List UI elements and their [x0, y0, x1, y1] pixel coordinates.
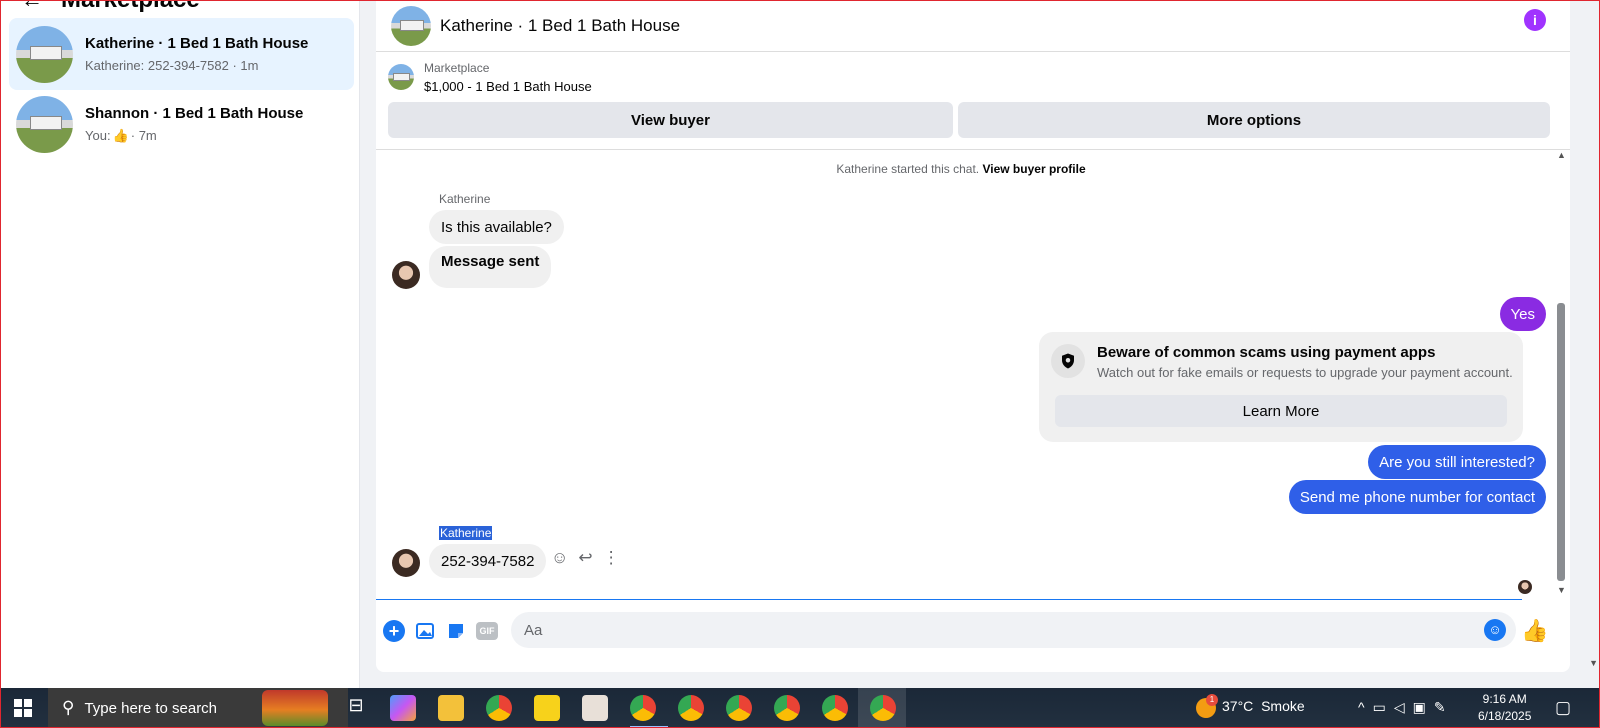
react-icon[interactable]: ☺: [551, 548, 568, 568]
chrome-icon[interactable]: [486, 695, 512, 721]
search-highlight-image: [262, 690, 328, 726]
listing-thumbnail[interactable]: [388, 64, 414, 90]
page-scroll-down-icon[interactable]: ▼: [1589, 658, 1598, 668]
conversation-preview: You: 👍 · 7m: [85, 128, 303, 144]
chevron-up-icon[interactable]: ^: [1358, 699, 1373, 715]
conversation-item-katherine[interactable]: Katherine · 1 Bed 1 Bath House Katherine…: [9, 18, 354, 90]
reply-icon[interactable]: ↩: [578, 548, 592, 568]
listing-category: Marketplace: [424, 61, 490, 75]
chat-title[interactable]: Katherine · 1 Bed 1 Bath House: [440, 16, 680, 36]
conversation-name: Katherine · 1 Bed 1 Bath House: [85, 35, 309, 52]
listing-banner: Marketplace $1,000 - 1 Bed 1 Bath House …: [376, 52, 1570, 150]
more-options-button[interactable]: More options: [958, 102, 1550, 138]
scroll-up-icon[interactable]: ▲: [1557, 150, 1566, 160]
copilot-icon[interactable]: [390, 695, 416, 721]
info-icon[interactable]: i: [1524, 9, 1546, 31]
sender-name: Katherine: [439, 192, 491, 206]
conversation-preview: Katherine: 252-394-7582 · 1m: [85, 58, 259, 73]
preview-prefix: You:: [85, 128, 111, 143]
system-message: Katherine started this chat. View buyer …: [376, 162, 1546, 176]
sidebar-header: ← Marketplace: [21, 0, 200, 14]
listing-thumbnail: [16, 25, 73, 83]
avatar[interactable]: [392, 549, 420, 577]
listing-thumbnail[interactable]: [391, 5, 431, 46]
photo-icon[interactable]: [414, 620, 436, 642]
plus-icon[interactable]: +: [383, 620, 405, 642]
avatar[interactable]: [392, 261, 420, 289]
weather-badge: 1: [1206, 694, 1218, 706]
search-icon: ⚲: [62, 698, 75, 717]
chrome-profile-icon[interactable]: [630, 695, 656, 721]
incoming-message[interactable]: Message sent: [429, 246, 552, 288]
gif-icon[interactable]: GIF: [476, 622, 498, 640]
conversation-name: Shannon · 1 Bed 1 Bath House: [85, 104, 304, 122]
scam-warning-title: Beware of common scams using payment app…: [1097, 344, 1436, 361]
sidebar-title: Marketplace: [61, 0, 200, 14]
scroll-thumb[interactable]: [1557, 303, 1565, 581]
message-input-wrapper: ☺: [511, 612, 1516, 648]
conversation-sidebar: ← Marketplace Katherine · 1 Bed 1 Bath H…: [1, 0, 360, 688]
listing-thumbnail: [16, 95, 73, 153]
shield-icon: [1051, 344, 1085, 378]
outgoing-message[interactable]: Send me phone number for contact: [1288, 480, 1546, 514]
system-tray[interactable]: ^▭◁▣✎: [1358, 699, 1454, 716]
preview-suffix: · 7m: [130, 128, 157, 143]
chrome-profile-icon[interactable]: [726, 695, 752, 721]
incoming-message[interactable]: Is this available?: [429, 210, 564, 244]
clock-date: 6/18/2025: [1478, 709, 1532, 723]
thumbs-up-icon[interactable]: 👍: [1521, 618, 1548, 644]
sender-name: Katherine: [439, 526, 493, 540]
more-vertical-icon[interactable]: ⋮: [603, 548, 620, 568]
weather-widget[interactable]: 37°C Smoke: [1222, 698, 1305, 714]
weather-temp: 37°C: [1222, 698, 1254, 714]
system-text: Katherine started this chat.: [836, 162, 980, 176]
listing-price-title[interactable]: $1,000 - 1 Bed 1 Bath House: [424, 79, 592, 94]
chat-panel: Katherine · 1 Bed 1 Bath House i Marketp…: [376, 0, 1570, 672]
file-explorer-icon[interactable]: [438, 695, 464, 721]
view-buyer-profile-link[interactable]: View buyer profile: [982, 162, 1085, 176]
outgoing-message[interactable]: Are you still interested?: [1368, 445, 1546, 479]
network-icon[interactable]: ▣: [1413, 699, 1434, 715]
conversation-item-shannon[interactable]: Shannon · 1 Bed 1 Bath House You: 👍 · 7m: [9, 88, 354, 160]
scam-warning-card: Beware of common scams using payment app…: [1039, 332, 1523, 442]
sticky-notes-icon[interactable]: [534, 695, 560, 721]
notification-icon[interactable]: ▢: [1555, 698, 1571, 718]
view-buyer-button[interactable]: View buyer: [388, 102, 953, 138]
clock[interactable]: 9:16 AM 6/18/2025: [1478, 691, 1531, 725]
paint-icon[interactable]: [582, 695, 608, 721]
clock-time: 9:16 AM: [1482, 692, 1527, 706]
divider: [376, 599, 1522, 600]
chat-header: Katherine · 1 Bed 1 Bath House i: [376, 0, 1570, 52]
taskbar-search[interactable]: ⚲ Type here to search: [48, 688, 348, 728]
chrome-profile-icon[interactable]: [774, 695, 800, 721]
message-list: Katherine started this chat. View buyer …: [376, 150, 1570, 610]
message-input[interactable]: [511, 612, 1516, 648]
scrollbar[interactable]: ▲ ▼: [1556, 150, 1566, 595]
chrome-profile-icon[interactable]: [822, 695, 848, 721]
task-view-icon[interactable]: ⊟: [343, 695, 369, 721]
chrome-profile-icon[interactable]: [678, 695, 704, 721]
windows-start-icon[interactable]: [14, 699, 32, 717]
message-actions: ☺ ↩ ⋮: [551, 548, 620, 568]
thumbs-up-icon: 👍: [112, 127, 129, 143]
windows-taskbar: ⚲ Type here to search ⊟ 1 37°C Smoke ^▭◁…: [0, 688, 1600, 728]
weather-text: Smoke: [1261, 698, 1305, 714]
pen-icon[interactable]: ✎: [1434, 699, 1454, 715]
scroll-down-icon[interactable]: ▼: [1557, 585, 1566, 595]
scam-warning-description: Watch out for fake emails or requests to…: [1097, 365, 1513, 380]
learn-more-button[interactable]: Learn More: [1055, 395, 1507, 427]
seen-avatar: [1518, 580, 1532, 594]
arrow-left-icon[interactable]: ←: [21, 0, 43, 13]
emoji-icon[interactable]: ☺: [1484, 619, 1506, 641]
message-composer: + GIF ☺ 👍: [376, 610, 1570, 660]
volume-icon[interactable]: ◁: [1394, 699, 1413, 715]
camera-icon[interactable]: ▭: [1373, 699, 1394, 715]
outgoing-message[interactable]: Yes: [1499, 297, 1546, 331]
sticker-icon[interactable]: [445, 620, 467, 642]
search-placeholder: Type here to search: [84, 699, 218, 717]
chrome-profile-icon[interactable]: [870, 695, 896, 721]
incoming-message[interactable]: 252-394-7582: [429, 544, 547, 578]
